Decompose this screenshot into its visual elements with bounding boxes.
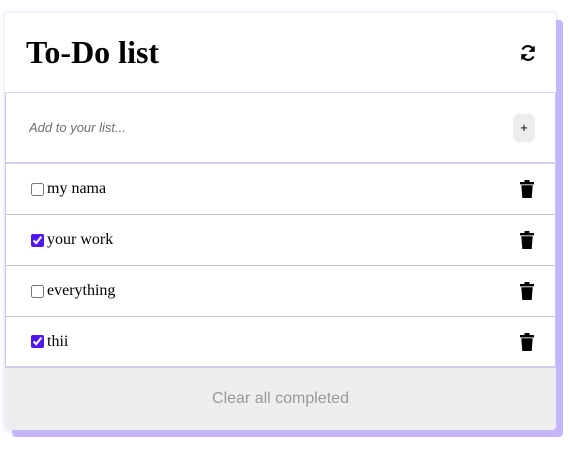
- refresh-icon[interactable]: [518, 43, 538, 63]
- header: To-Do list: [5, 13, 556, 93]
- add-item-input[interactable]: [29, 120, 469, 135]
- page-title: To-Do list: [26, 34, 160, 70]
- list-item: everything: [5, 266, 556, 317]
- todo-list: my nama your work everything thii: [5, 164, 556, 368]
- item-label: everything: [47, 282, 116, 299]
- item-checkbox[interactable]: [31, 182, 44, 196]
- clear-completed-button[interactable]: Clear all completed: [206, 389, 355, 409]
- trash-icon[interactable]: [519, 332, 535, 351]
- add-item-button[interactable]: +: [513, 113, 535, 142]
- list-item: thii: [5, 317, 556, 368]
- item-checkbox[interactable]: [31, 233, 44, 247]
- trash-icon[interactable]: [519, 231, 535, 249]
- list-item: my nama: [5, 164, 556, 215]
- footer: Clear all completed: [5, 368, 556, 430]
- item-label: thii: [47, 332, 69, 350]
- trash-icon[interactable]: [519, 180, 535, 198]
- item-label: your work: [47, 231, 114, 248]
- add-row: +: [5, 93, 556, 164]
- item-checkbox[interactable]: [31, 284, 44, 298]
- list-item: your work: [5, 215, 556, 266]
- trash-icon[interactable]: [519, 282, 535, 300]
- item-checkbox[interactable]: [31, 335, 44, 348]
- item-label: my nama: [47, 180, 107, 197]
- todo-card: To-Do list + my nama you: [5, 13, 556, 430]
